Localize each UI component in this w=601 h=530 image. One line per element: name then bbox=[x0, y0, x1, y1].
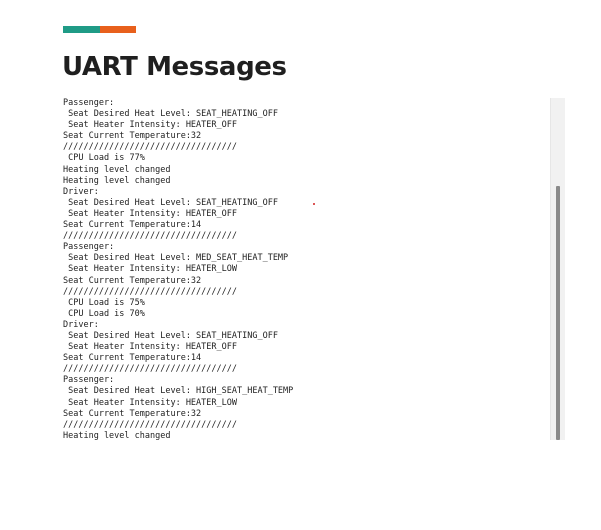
console-line: CPU Load is 77% bbox=[63, 153, 145, 164]
console-line: CPU Load is 75% bbox=[63, 297, 145, 308]
console-line: Seat Desired Heat Level: MED_SEAT_HEAT_T… bbox=[63, 253, 289, 264]
console-line: Heating level changed bbox=[63, 175, 171, 186]
console-line: Passenger: bbox=[63, 375, 115, 386]
console-line: ////////////////////////////////// bbox=[63, 231, 237, 242]
stray-dot bbox=[313, 203, 315, 205]
console-line: Seat Desired Heat Level: SEAT_HEATING_OF… bbox=[63, 330, 278, 341]
console-line: Driver: bbox=[63, 186, 99, 197]
console-line: CPU Load is 70% bbox=[63, 308, 145, 319]
console-line: Passenger: bbox=[63, 98, 115, 108]
console-line: ////////////////////////////////// bbox=[63, 364, 237, 375]
console-line: Heating level changed bbox=[63, 164, 171, 175]
console-line: Seat Desired Heat Level: SEAT_HEATING_OF… bbox=[63, 109, 278, 120]
console-line: ////////////////////////////////// bbox=[63, 419, 237, 430]
console-line: Seat Current Temperature:32 bbox=[63, 131, 202, 142]
uart-console[interactable]: Passenger: Seat Desired Heat Level: SEAT… bbox=[62, 98, 564, 440]
console-line: Seat Current Temperature:14 bbox=[63, 353, 202, 364]
accent-bar-teal bbox=[63, 26, 100, 33]
console-line: Seat Heater Intensity: HEATER_OFF bbox=[63, 208, 237, 219]
console-line: Seat Current Temperature:32 bbox=[63, 408, 202, 419]
console-line: Passenger: bbox=[63, 242, 115, 253]
accent-bar bbox=[63, 26, 136, 33]
console-line: ////////////////////////////////// bbox=[63, 286, 237, 297]
console-scroll-thumb[interactable] bbox=[556, 186, 560, 440]
console-line: Seat Current Temperature:14 bbox=[63, 220, 202, 231]
console-scrollbar[interactable] bbox=[550, 98, 565, 440]
console-line: Driver: bbox=[63, 319, 99, 330]
console-line: Seat Desired Heat Level: SEAT_HEATING_OF… bbox=[63, 197, 278, 208]
console-line: Seat Current Temperature:32 bbox=[63, 275, 202, 286]
console-line: Seat Heater Intensity: HEATER_LOW bbox=[63, 397, 237, 408]
console-line: Heating level changed bbox=[63, 430, 171, 440]
console-line: Seat Heater Intensity: HEATER_LOW bbox=[63, 264, 237, 275]
console-output: Passenger: Seat Desired Heat Level: SEAT… bbox=[63, 98, 551, 440]
page-title: UART Messages bbox=[62, 52, 287, 82]
console-line: Seat Heater Intensity: HEATER_OFF bbox=[63, 342, 237, 353]
console-line: Seat Heater Intensity: HEATER_OFF bbox=[63, 120, 237, 131]
console-line: Seat Desired Heat Level: HIGH_SEAT_HEAT_… bbox=[63, 386, 294, 397]
console-line: ////////////////////////////////// bbox=[63, 142, 237, 153]
accent-bar-orange bbox=[100, 26, 136, 33]
